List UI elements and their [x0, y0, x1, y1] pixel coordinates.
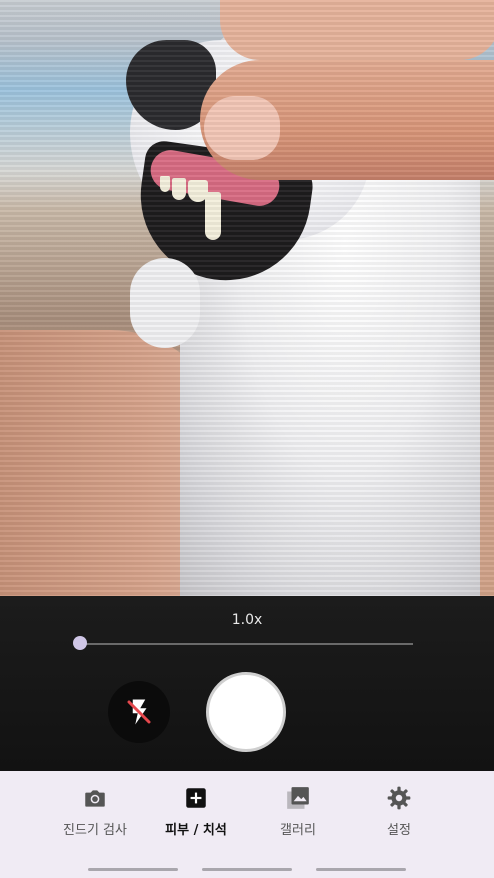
medical-plus-icon [186, 788, 206, 808]
bottom-navigation: 진드기 검사 피부 / 치석 갤러리 설정 [0, 771, 494, 878]
nav-label: 설정 [387, 823, 411, 838]
zoom-slider-track[interactable] [80, 643, 413, 645]
nav-label: 갤러리 [280, 823, 316, 838]
gallery-icon [287, 787, 309, 809]
zoom-label: 1.0x [231, 612, 263, 628]
camera-icon [85, 790, 105, 807]
gear-icon [387, 786, 411, 810]
preview-overlay [0, 0, 494, 596]
flash-off-icon [127, 699, 151, 725]
zoom-slider-thumb[interactable] [73, 636, 87, 650]
nav-item-tick-check[interactable]: 진드기 검사 [40, 785, 150, 838]
nav-label: 피부 / 치석 [165, 823, 227, 838]
camera-preview[interactable] [0, 0, 494, 596]
shutter-button[interactable] [206, 672, 286, 752]
nav-item-gallery[interactable]: 갤러리 [243, 785, 353, 838]
flash-toggle-button[interactable] [108, 681, 170, 743]
nav-item-settings[interactable]: 설정 [344, 785, 454, 838]
camera-controls: 1.0x [0, 596, 494, 771]
system-gesture-bar [88, 868, 178, 871]
system-gesture-bar [316, 868, 406, 871]
system-gesture-bar [202, 868, 292, 871]
camera-screen: 1.0x 진드기 검사 피부 / 치석 갤러리 설정 [0, 0, 494, 878]
nav-item-skin-tartar[interactable]: 피부 / 치석 [141, 785, 251, 838]
nav-label: 진드기 검사 [63, 823, 127, 838]
